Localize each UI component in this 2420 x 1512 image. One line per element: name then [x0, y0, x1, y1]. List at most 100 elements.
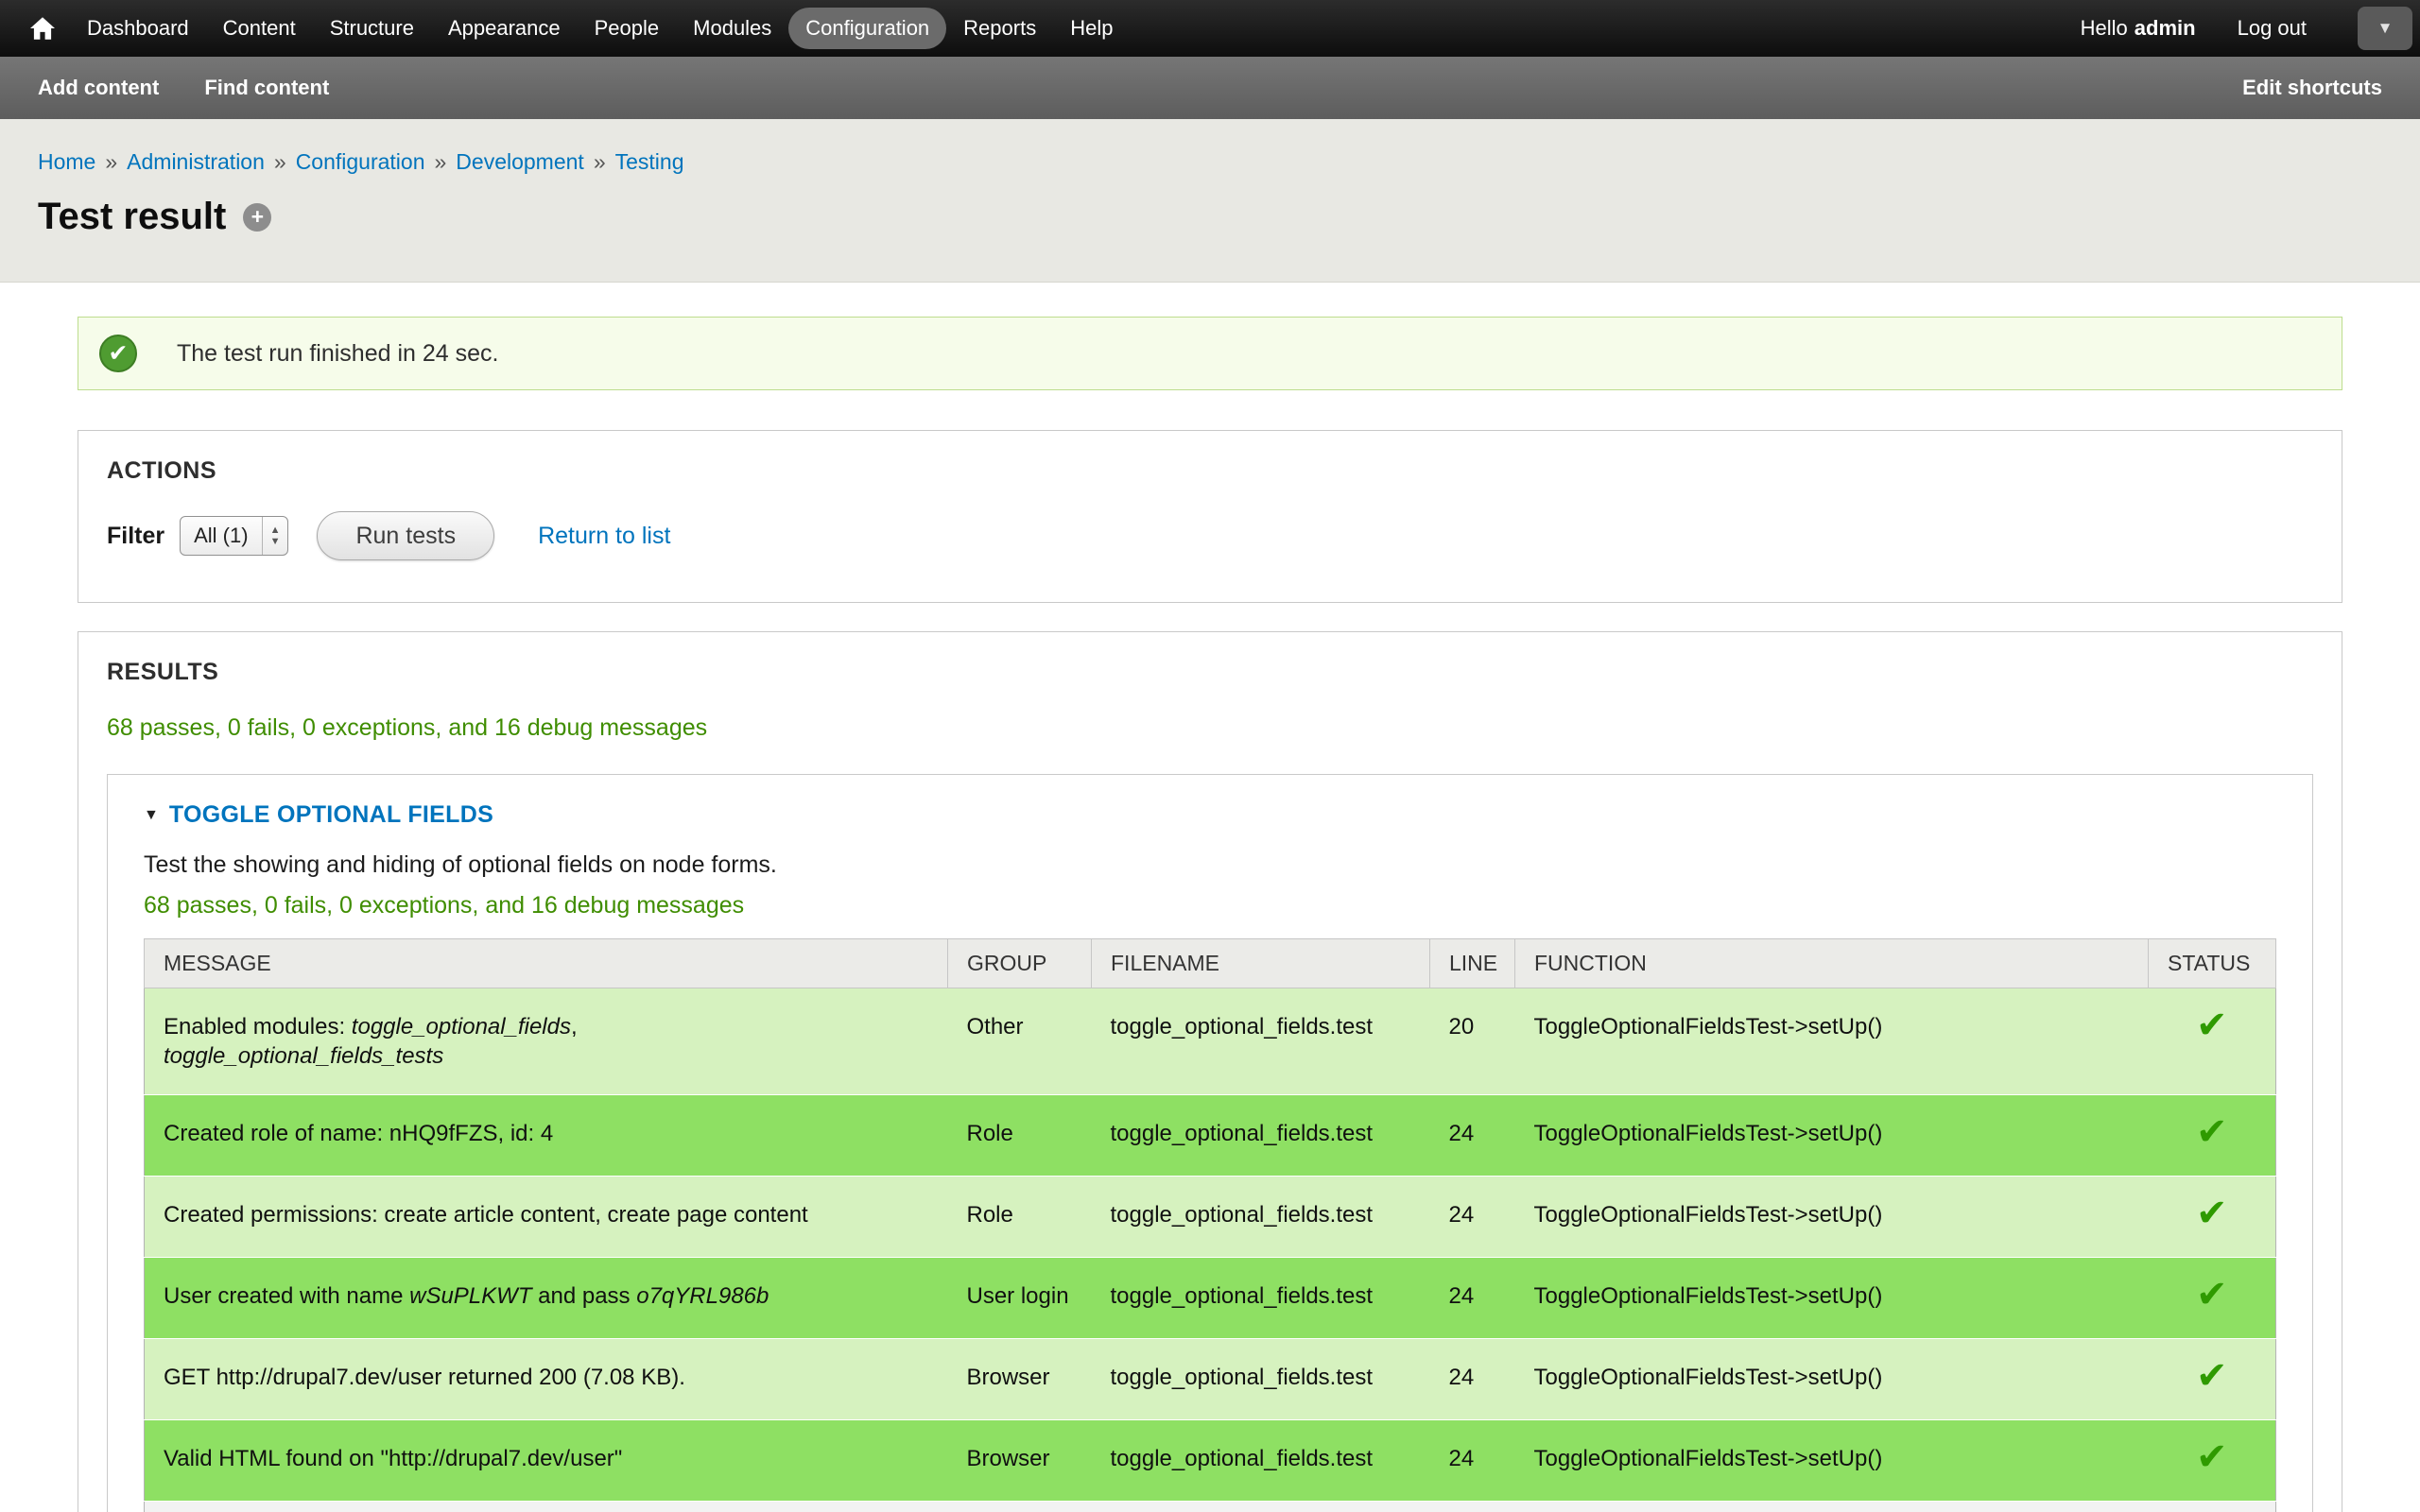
message-text: Valid HTML found on "http://drupal7.dev/… — [164, 1446, 622, 1471]
cell-message: Valid HTML found on "http://drupal7.dev/… — [145, 1420, 948, 1502]
results-table-header-row: MESSAGEGROUPFILENAMELINEFUNCTIONSTATUS — [145, 939, 2276, 988]
cell-function: ToggleOptionalFieldsTest->setUp() — [1515, 1420, 2149, 1502]
cell-group: Browser — [948, 1339, 1092, 1420]
cell-status: ✔ — [2149, 1177, 2276, 1258]
cell-function: ToggleOptionalFieldsTest->setUp() — [1515, 1339, 2149, 1420]
table-row: Created permissions: create article cont… — [145, 1177, 2276, 1258]
results-box: RESULTS 68 passes, 0 fails, 0 exceptions… — [78, 631, 2342, 1512]
run-tests-button[interactable]: Run tests — [317, 511, 494, 560]
toolbar-item-content[interactable]: Content — [206, 8, 313, 49]
cell-message: Created role of name: nHQ9fFZS, id: 4 — [145, 1095, 948, 1177]
add-shortcut-icon[interactable]: + — [243, 203, 271, 232]
cell-function: ToggleOptionalFieldsTest->setUp() — [1515, 1095, 2149, 1177]
results-summary: 68 passes, 0 fails, 0 exceptions, and 16… — [107, 714, 2313, 742]
status-message: ✔ The test run finished in 24 sec. — [78, 317, 2342, 390]
results-table-body: Enabled modules: toggle_optional_fields,… — [145, 988, 2276, 1512]
cell-message: Enabled modules: toggle_optional_fields,… — [145, 988, 948, 1095]
cell-group: User login — [948, 1258, 1092, 1339]
cell-function: ToggleOptionalFieldsTest->setUp() — [1515, 1502, 2149, 1512]
cell-function: ToggleOptionalFieldsTest->setUp() — [1515, 988, 2149, 1095]
toolbar-item-dashboard[interactable]: Dashboard — [70, 8, 206, 49]
group-title-row: ▼ TOGGLE OPTIONAL FIELDS — [144, 801, 2276, 829]
toolbar-user-area: Helloadmin Log out — [2081, 16, 2307, 41]
edit-shortcuts-link[interactable]: Edit shortcuts — [2242, 76, 2382, 100]
cell-group: Other — [948, 988, 1092, 1095]
toolbar-item-structure[interactable]: Structure — [313, 8, 431, 49]
breadcrumb-link-home[interactable]: Home — [38, 149, 95, 175]
shortcuts-items: Add content Find content — [38, 76, 329, 100]
toolbar-menu: DashboardContentStructureAppearancePeopl… — [70, 8, 1130, 49]
filter-select-value: All (1) — [181, 517, 261, 555]
breadcrumb-link-testing[interactable]: Testing — [615, 149, 684, 175]
page-title: Test result — [38, 196, 226, 238]
message-text: and pass — [531, 1283, 636, 1309]
toolbar-item-appearance[interactable]: Appearance — [431, 8, 578, 49]
cell-line: 24 — [1430, 1339, 1515, 1420]
group-title-link[interactable]: TOGGLE OPTIONAL FIELDS — [169, 801, 493, 829]
results-label: RESULTS — [107, 659, 2313, 686]
breadcrumb-link-configuration[interactable]: Configuration — [296, 149, 425, 175]
cell-group: Debug — [948, 1502, 1092, 1512]
message-text: wSuPLKWT — [409, 1283, 531, 1309]
message-text: Created role of name: nHQ9fFZS, id: 4 — [164, 1121, 553, 1146]
cell-message: Verbose message — [145, 1502, 948, 1512]
group-summary: 68 passes, 0 fails, 0 exceptions, and 16… — [144, 892, 2276, 919]
test-group-fieldset: ▼ TOGGLE OPTIONAL FIELDS Test the showin… — [107, 774, 2313, 1512]
table-row: GET http://drupal7.dev/user returned 200… — [145, 1339, 2276, 1420]
cell-line: 24 — [1430, 1502, 1515, 1512]
toolbar-item-reports[interactable]: Reports — [946, 8, 1053, 49]
status-ok-icon: ✔ — [99, 335, 137, 372]
cell-message: User created with name wSuPLKWT and pass… — [145, 1258, 948, 1339]
cell-status: ✔ — [2149, 1420, 2276, 1502]
cell-status: ✔ — [2149, 1095, 2276, 1177]
cell-message: Created permissions: create article cont… — [145, 1177, 948, 1258]
greeting-text: Helloadmin — [2081, 16, 2196, 41]
message-text: toggle_optional_fields — [352, 1014, 571, 1040]
column-header-status: STATUS — [2149, 939, 2276, 988]
message-text: GET http://drupal7.dev/user returned 200… — [164, 1365, 685, 1390]
table-row: Valid HTML found on "http://drupal7.dev/… — [145, 1420, 2276, 1502]
collapse-arrow-icon: ▼ — [144, 807, 159, 824]
page-header: Home » Administration » Configuration » Develo… — [0, 119, 2420, 283]
message-text: toggle_optional_fields_tests — [164, 1043, 443, 1069]
cell-filename: toggle_optional_fields.test — [1092, 988, 1430, 1095]
toolbar-item-configuration[interactable]: Configuration — [788, 8, 946, 49]
breadcrumb-separator: » — [594, 149, 606, 175]
home-icon[interactable] — [15, 17, 70, 40]
pass-check-icon: ✔ — [2196, 1274, 2228, 1315]
results-table: MESSAGEGROUPFILENAMELINEFUNCTIONSTATUS E… — [144, 938, 2276, 1512]
shortcut-item-find-content[interactable]: Find content — [204, 76, 329, 100]
breadcrumb-link-development[interactable]: Development — [456, 149, 584, 175]
filter-select[interactable]: All (1) ▲▼ — [180, 516, 288, 556]
column-header-group: GROUP — [948, 939, 1092, 988]
cell-group: Role — [948, 1177, 1092, 1258]
cell-filename: toggle_optional_fields.test — [1092, 1502, 1430, 1512]
cell-line: 20 — [1430, 988, 1515, 1095]
chevron-down-icon: ▼ — [2377, 19, 2394, 38]
table-row: Created role of name: nHQ9fFZS, id: 4Rol… — [145, 1095, 2276, 1177]
toolbar-item-people[interactable]: People — [578, 8, 677, 49]
breadcrumb-separator: » — [435, 149, 447, 175]
pass-check-icon: ✔ — [2196, 1005, 2228, 1046]
shortcut-item-add-content[interactable]: Add content — [38, 76, 159, 100]
toolbar-item-modules[interactable]: Modules — [676, 8, 788, 49]
page-title-row: Test result + — [38, 196, 2382, 238]
admin-toolbar: DashboardContentStructureAppearancePeopl… — [0, 0, 2420, 57]
select-arrows-icon: ▲▼ — [262, 517, 288, 555]
pass-check-icon: ✔ — [2196, 1355, 2228, 1397]
cell-line: 24 — [1430, 1095, 1515, 1177]
table-row: Enabled modules: toggle_optional_fields,… — [145, 988, 2276, 1095]
actions-box: ACTIONS Filter All (1) ▲▼ Run tests Retu… — [78, 430, 2342, 603]
logout-link[interactable]: Log out — [2238, 16, 2307, 41]
breadcrumb-link-administration[interactable]: Administration — [127, 149, 265, 175]
message-text: Enabled modules: — [164, 1014, 352, 1040]
column-header-function: FUNCTION — [1515, 939, 2149, 988]
actions-label: ACTIONS — [107, 457, 2313, 485]
return-to-list-link[interactable]: Return to list — [538, 523, 670, 550]
cell-line: 24 — [1430, 1177, 1515, 1258]
toolbar-toggle-button[interactable]: ▼ — [2358, 7, 2412, 50]
breadcrumb-separator: » — [274, 149, 286, 175]
home-icon-glyph — [30, 17, 55, 40]
main-content: ✔ The test run finished in 24 sec. ACTIO… — [0, 317, 2420, 1512]
toolbar-item-help[interactable]: Help — [1053, 8, 1130, 49]
